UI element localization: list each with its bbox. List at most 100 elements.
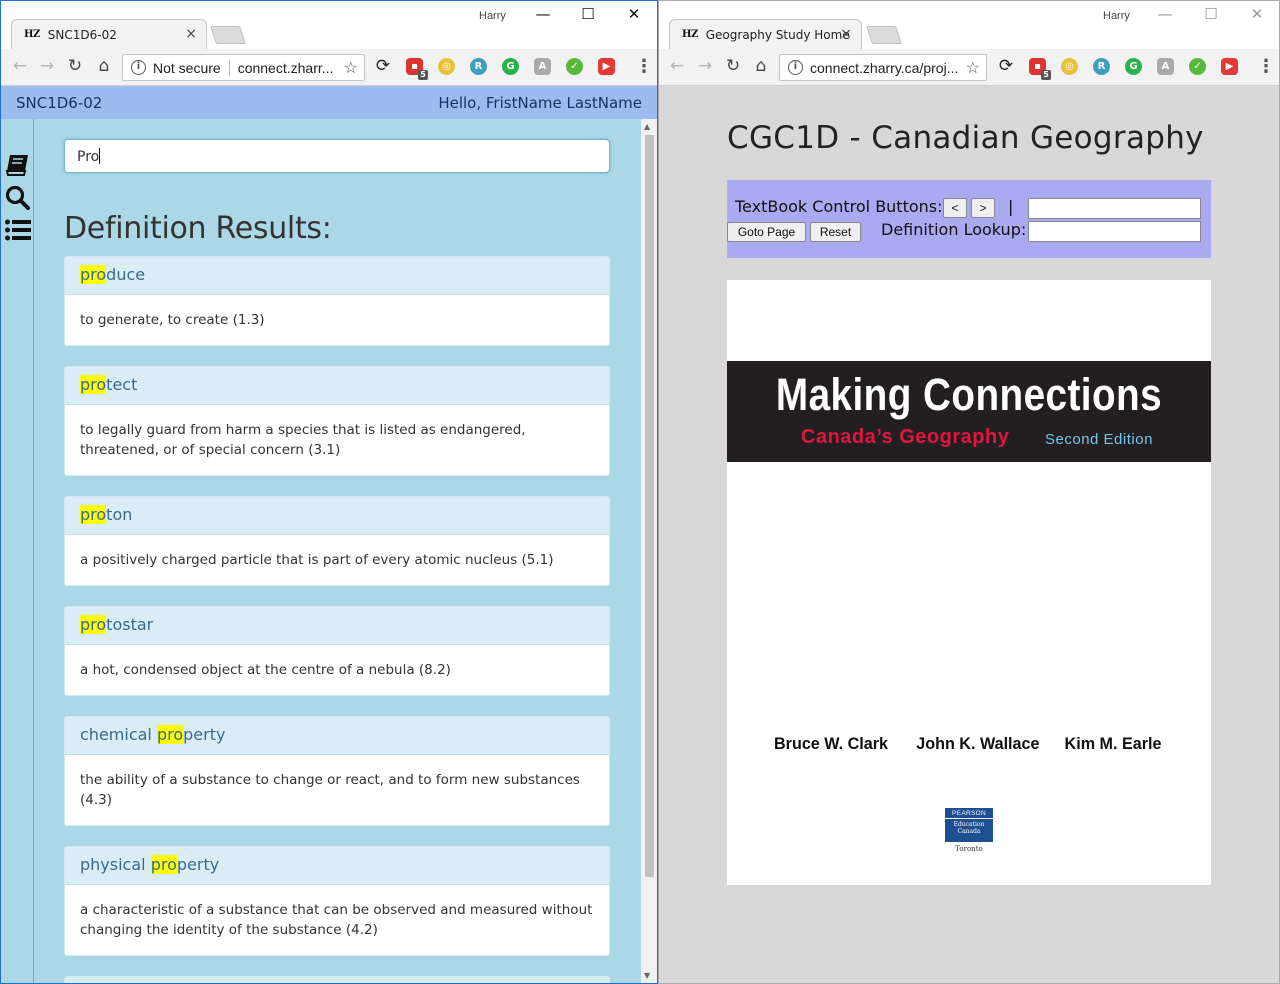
profile-name[interactable]: Harry <box>479 10 506 22</box>
book-author: Bruce W. Clark <box>774 734 888 753</box>
result-definition: to generate, to create (1.3) <box>80 312 265 328</box>
definition-lookup-input[interactable] <box>1028 221 1201 242</box>
browser-window-left: HZ SNC1D6-02 × Harry — ☐ ✕ ← → ↻ ⌂ i Not… <box>0 0 658 984</box>
result-definition: a positively charged particle that is pa… <box>80 552 554 568</box>
result-card-partial <box>64 976 610 983</box>
address-bar[interactable]: i connect.zharry.ca/proj... ☆ <box>779 54 987 81</box>
term-highlight: pro <box>80 505 107 524</box>
goto-page-button[interactable]: Goto Page <box>727 222 806 242</box>
list-icon[interactable] <box>4 217 32 243</box>
browser-menu-icon[interactable]: ⋮ <box>1257 56 1275 77</box>
term-suffix: perty <box>183 725 226 744</box>
course-code[interactable]: SNC1D6-02 <box>16 94 102 112</box>
extension-green-icon[interactable]: ✓ <box>566 58 583 75</box>
extension-r-icon[interactable]: R <box>470 58 487 75</box>
maximize-button[interactable]: ☐ <box>1188 5 1234 23</box>
extension-badge: 5 <box>418 70 428 80</box>
result-term[interactable]: physical property <box>65 847 609 885</box>
bookmark-star-icon[interactable]: ☆ <box>966 58 980 78</box>
term-suffix: perty <box>176 855 220 874</box>
book-icon[interactable] <box>4 151 32 177</box>
maximize-button[interactable]: ☐ <box>565 5 611 23</box>
browser-tab-active[interactable]: HZ SNC1D6-02 × <box>11 19 207 49</box>
site-favicon-icon: HZ <box>24 29 40 40</box>
result-card: protostar a hot, condensed object at the… <box>64 606 610 696</box>
extension-red-icon[interactable]: ▪ 5 <box>406 58 428 80</box>
home-icon[interactable]: ⌂ <box>93 56 115 76</box>
result-card: physical property a characteristic of a … <box>64 846 610 956</box>
info-icon[interactable]: i <box>788 60 803 75</box>
title-bar: HZ SNC1D6-02 × Harry — ☐ ✕ <box>1 1 657 49</box>
definition-search-input[interactable]: Pro <box>64 139 610 173</box>
browser-toolbar: ← → ↻ ⌂ i connect.zharry.ca/proj... ☆ ⟳ … <box>659 49 1279 86</box>
address-bar[interactable]: i Not secure connect.zharr... ☆ <box>122 54 365 81</box>
search-icon[interactable] <box>4 185 32 211</box>
user-greeting[interactable]: Hello, FristName LastName <box>438 94 642 112</box>
result-term[interactable]: protect <box>65 367 609 405</box>
result-term[interactable] <box>65 977 609 983</box>
page-number-input[interactable] <box>1028 198 1201 219</box>
new-tab-button[interactable] <box>210 26 246 44</box>
extension-grey-icon[interactable]: A <box>534 58 551 75</box>
extension-grey-icon[interactable]: A <box>1157 58 1174 75</box>
forward-icon[interactable]: → <box>36 56 58 76</box>
result-term[interactable]: produce <box>65 257 609 295</box>
grammarly-icon[interactable]: G <box>1125 58 1142 75</box>
reload-icon[interactable]: ↻ <box>64 56 86 76</box>
close-window-button[interactable]: ✕ <box>611 5 657 23</box>
scrollbar-thumb[interactable] <box>645 135 654 877</box>
result-term[interactable]: protostar <box>65 607 609 645</box>
result-definition: the ability of a substance to change or … <box>80 772 580 808</box>
prev-page-button[interactable]: < <box>943 198 967 218</box>
tab-close-icon[interactable]: × <box>185 26 197 42</box>
scroll-down-icon[interactable]: ▼ <box>644 971 650 980</box>
extension-red-icon[interactable]: ▪ 5 <box>1029 58 1051 80</box>
extension-green-icon[interactable]: ✓ <box>1189 58 1206 75</box>
term-suffix: duce <box>106 265 146 284</box>
extension-yellow-icon[interactable]: ◎ <box>438 58 455 75</box>
home-icon[interactable]: ⌂ <box>750 56 772 76</box>
back-icon[interactable]: ← <box>9 56 31 76</box>
bookmark-star-icon[interactable]: ☆ <box>344 58 358 78</box>
vertical-scrollbar[interactable]: ▲ ▼ <box>641 119 657 983</box>
browser-tab-active[interactable]: HZ Geography Study Home × <box>669 19 862 49</box>
term-highlight: pro <box>80 615 107 634</box>
info-icon[interactable]: i <box>131 60 146 75</box>
scroll-up-icon[interactable]: ▲ <box>644 122 650 131</box>
result-term[interactable]: chemical property <box>65 717 609 755</box>
result-definition: to legally guard from harm a species tha… <box>80 422 526 458</box>
grammarly-icon[interactable]: G <box>502 58 519 75</box>
next-page-button[interactable]: > <box>971 198 995 218</box>
publisher-line: Canada <box>957 828 981 835</box>
term-highlight: pro <box>150 855 177 874</box>
result-term[interactable]: proton <box>65 497 609 535</box>
result-card: produce to generate, to create (1.3) <box>64 256 610 346</box>
sync-extension-icon[interactable]: ⟳ <box>995 56 1017 76</box>
new-tab-button[interactable] <box>866 26 902 44</box>
minimize-button[interactable]: — <box>1142 5 1188 23</box>
extension-r-icon[interactable]: R <box>1093 58 1110 75</box>
results-heading: Definition Results: <box>64 211 332 246</box>
reload-icon[interactable]: ↻ <box>722 56 744 76</box>
url-text: connect.zharr... <box>237 59 334 76</box>
app-sidebar <box>1 119 34 983</box>
profile-name[interactable]: Harry <box>1103 10 1130 22</box>
extension-youtube-icon[interactable]: ▶ <box>598 58 615 75</box>
result-card: chemical property the ability of a subst… <box>64 716 610 826</box>
term-suffix: tect <box>106 375 138 394</box>
browser-menu-icon[interactable]: ⋮ <box>635 56 653 77</box>
extension-yellow-icon[interactable]: ◎ <box>1061 58 1078 75</box>
tab-close-icon[interactable]: × <box>840 26 852 42</box>
close-window-button[interactable]: ✕ <box>1234 5 1279 23</box>
book-cover-band: Making Connections Canada’s Geography Se… <box>727 361 1211 462</box>
minimize-button[interactable]: — <box>520 5 566 23</box>
term-prefix: physical <box>80 855 151 874</box>
forward-icon[interactable]: → <box>694 56 716 76</box>
back-icon[interactable]: ← <box>666 56 688 76</box>
definition-lookup-label: Definition Lookup: <box>881 220 1027 239</box>
term-highlight: pro <box>156 725 184 744</box>
geography-page: CGC1D - Canadian Geography TextBook Cont… <box>659 86 1279 983</box>
sync-extension-icon[interactable]: ⟳ <box>372 56 394 76</box>
extension-youtube-icon[interactable]: ▶ <box>1221 58 1238 75</box>
reset-button[interactable]: Reset <box>810 222 861 242</box>
